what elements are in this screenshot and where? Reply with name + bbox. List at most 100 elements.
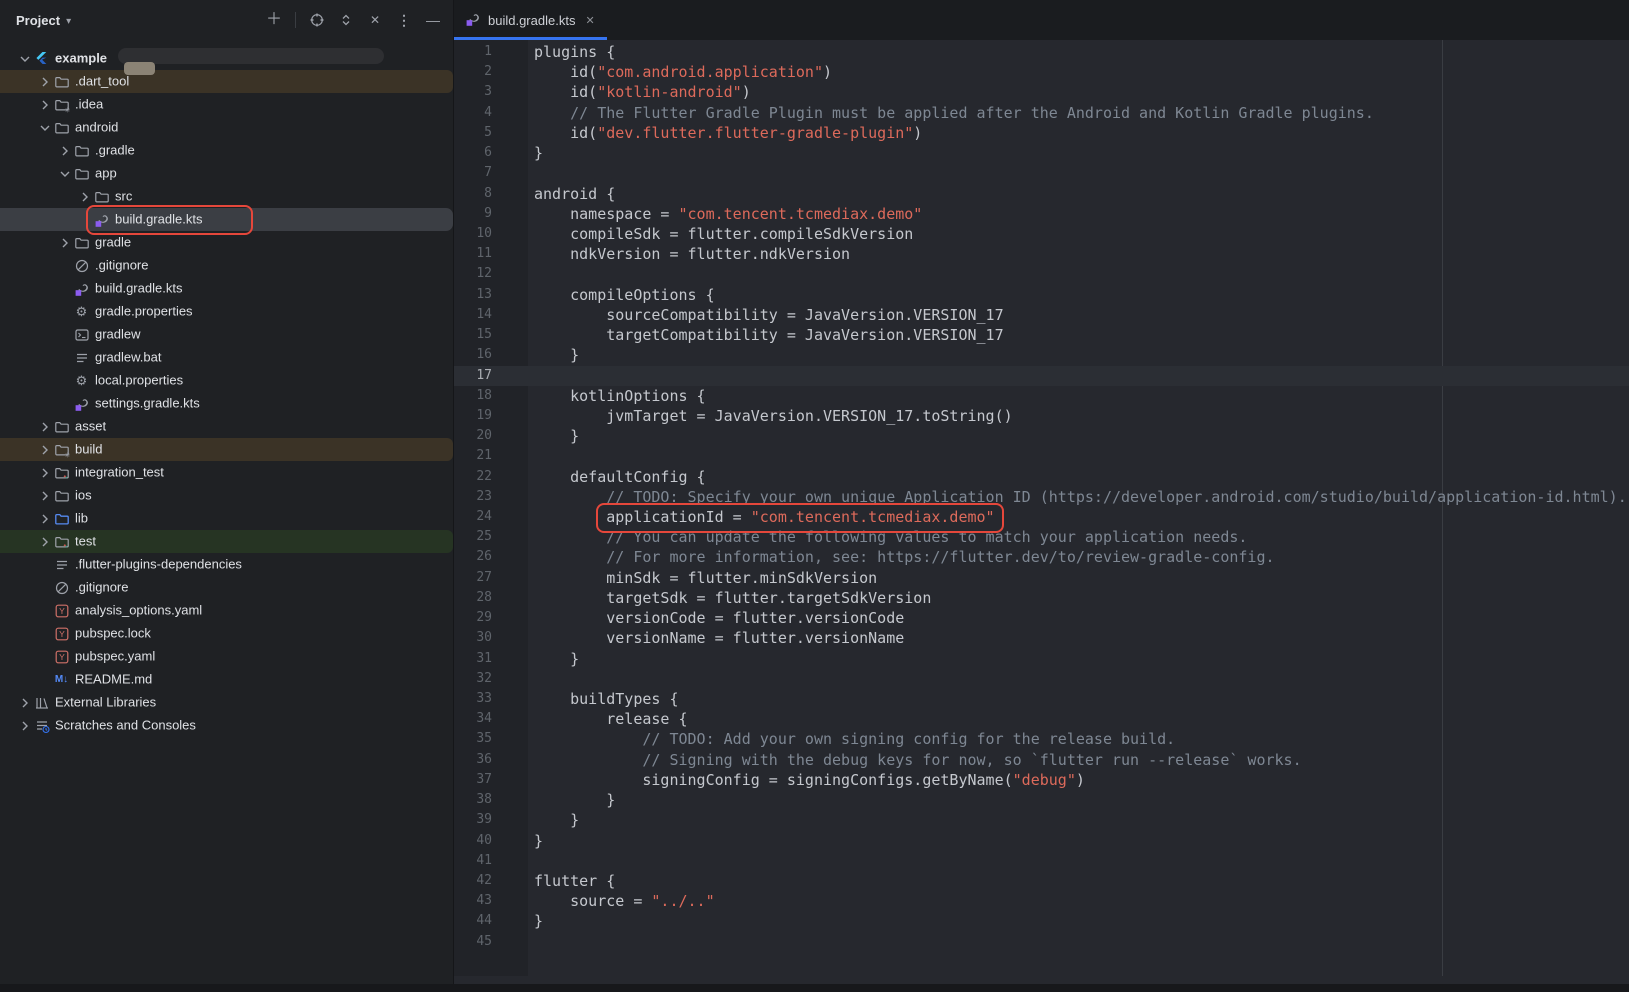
code-line-6[interactable]: 6} bbox=[454, 143, 1629, 163]
tree-item--dart-tool[interactable]: .dart_tool bbox=[0, 70, 453, 93]
code-line-13[interactable]: 13 compileOptions { bbox=[454, 285, 1629, 305]
code-line-18[interactable]: 18 kotlinOptions { bbox=[454, 386, 1629, 406]
chevron-right-icon[interactable] bbox=[37, 488, 53, 504]
code-line-32[interactable]: 32 bbox=[454, 669, 1629, 689]
code-line-23[interactable]: 23 // TODO: Specify your own unique Appl… bbox=[454, 487, 1629, 507]
tree-item-settings-gradle-kts[interactable]: settings.gradle.kts bbox=[0, 392, 453, 415]
code-line-31[interactable]: 31 } bbox=[454, 649, 1629, 669]
tree-item--flutter-plugins-dependencies[interactable]: .flutter-plugins-dependencies bbox=[0, 553, 453, 576]
code-line-44[interactable]: 44} bbox=[454, 911, 1629, 931]
code-line-24[interactable]: 24 applicationId = "com.tencent.tcmediax… bbox=[454, 507, 1629, 527]
code-line-3[interactable]: 3 id("kotlin-android") bbox=[454, 82, 1629, 102]
code-line-8[interactable]: 8android { bbox=[454, 184, 1629, 204]
code-line-27[interactable]: 27 minSdk = flutter.minSdkVersion bbox=[454, 568, 1629, 588]
code-line-42[interactable]: 42flutter { bbox=[454, 871, 1629, 891]
code-line-28[interactable]: 28 targetSdk = flutter.targetSdkVersion bbox=[454, 588, 1629, 608]
code-line-45[interactable]: 45 bbox=[454, 932, 1629, 952]
code-line-20[interactable]: 20 } bbox=[454, 426, 1629, 446]
code-line-29[interactable]: 29 versionCode = flutter.versionCode bbox=[454, 608, 1629, 628]
code-line-22[interactable]: 22 defaultConfig { bbox=[454, 467, 1629, 487]
chevron-right-icon[interactable] bbox=[37, 97, 53, 113]
tree-item-scratches-and-consoles[interactable]: Scratches and Consoles bbox=[0, 714, 453, 737]
code-line-10[interactable]: 10 compileSdk = flutter.compileSdkVersio… bbox=[454, 224, 1629, 244]
tree-item-pubspec-lock[interactable]: Ypubspec.lock bbox=[0, 622, 453, 645]
chevron-right-icon[interactable] bbox=[37, 465, 53, 481]
chevron-right-icon[interactable] bbox=[17, 718, 33, 734]
tree-item-app[interactable]: app bbox=[0, 162, 453, 185]
chevron-right-icon[interactable] bbox=[37, 74, 53, 90]
code-line-12[interactable]: 12 bbox=[454, 264, 1629, 284]
code-line-43[interactable]: 43 source = "../.." bbox=[454, 891, 1629, 911]
code-line-26[interactable]: 26 // For more information, see: https:/… bbox=[454, 547, 1629, 567]
chevron-right-icon[interactable] bbox=[77, 189, 93, 205]
chevron-right-icon[interactable] bbox=[17, 695, 33, 711]
code-line-30[interactable]: 30 versionName = flutter.versionName bbox=[454, 628, 1629, 648]
chevron-right-icon[interactable] bbox=[57, 143, 73, 159]
tree-item-build-gradle-kts[interactable]: build.gradle.kts bbox=[0, 208, 453, 231]
tree-item--idea[interactable]: ✳.idea bbox=[0, 93, 453, 116]
code-line-11[interactable]: 11 ndkVersion = flutter.ndkVersion bbox=[454, 244, 1629, 264]
more-options-icon[interactable]: ⋮ bbox=[396, 12, 412, 28]
chevron-down-icon[interactable] bbox=[57, 166, 73, 182]
tree-item-build[interactable]: ✳build bbox=[0, 438, 453, 461]
chevron-down-icon[interactable] bbox=[17, 51, 33, 67]
tree-item-gradlew[interactable]: gradlew bbox=[0, 323, 453, 346]
code-line-36[interactable]: 36 // Signing with the debug keys for no… bbox=[454, 750, 1629, 770]
code-line-25[interactable]: 25 // You can update the following value… bbox=[454, 527, 1629, 547]
tree-item--gitignore[interactable]: .gitignore bbox=[0, 576, 453, 599]
tree-item-analysis-options-yaml[interactable]: Yanalysis_options.yaml bbox=[0, 599, 453, 622]
collapse-all-icon[interactable]: ✕ bbox=[367, 12, 383, 28]
tree-item-src[interactable]: src bbox=[0, 185, 453, 208]
code-line-33[interactable]: 33 buildTypes { bbox=[454, 689, 1629, 709]
expand-all-icon[interactable] bbox=[338, 12, 354, 28]
tree-item-ios[interactable]: ios bbox=[0, 484, 453, 507]
tree-item-lib[interactable]: lib bbox=[0, 507, 453, 530]
tree-item--gradle[interactable]: .gradle bbox=[0, 139, 453, 162]
code-line-1[interactable]: 1plugins { bbox=[454, 42, 1629, 62]
code-line-41[interactable]: 41 bbox=[454, 851, 1629, 871]
chevron-right-icon[interactable] bbox=[37, 442, 53, 458]
code-line-15[interactable]: 15 targetCompatibility = JavaVersion.VER… bbox=[454, 325, 1629, 345]
code-line-16[interactable]: 16 } bbox=[454, 345, 1629, 365]
tree-item-readme-md[interactable]: M↓README.md bbox=[0, 668, 453, 691]
chevron-down-icon[interactable] bbox=[37, 120, 53, 136]
chevron-right-icon[interactable] bbox=[37, 511, 53, 527]
code-line-37[interactable]: 37 signingConfig = signingConfigs.getByN… bbox=[454, 770, 1629, 790]
code-editor[interactable]: 1plugins {2 id("com.android.application"… bbox=[454, 40, 1629, 976]
close-tab-icon[interactable]: ✕ bbox=[585, 14, 594, 27]
tree-item-gradle[interactable]: gradle bbox=[0, 231, 453, 254]
tree-item--gitignore[interactable]: .gitignore bbox=[0, 254, 453, 277]
code-line-17[interactable]: 17 bbox=[454, 366, 1629, 386]
code-line-21[interactable]: 21 bbox=[454, 446, 1629, 466]
code-line-2[interactable]: 2 id("com.android.application") bbox=[454, 62, 1629, 82]
tree-item-build-gradle-kts[interactable]: build.gradle.kts bbox=[0, 277, 453, 300]
code-line-40[interactable]: 40} bbox=[454, 831, 1629, 851]
code-line-39[interactable]: 39 } bbox=[454, 810, 1629, 830]
hide-panel-icon[interactable]: — bbox=[425, 12, 441, 28]
tree-item-local-properties[interactable]: ⚙local.properties bbox=[0, 369, 453, 392]
code-line-4[interactable]: 4 // The Flutter Gradle Plugin must be a… bbox=[454, 103, 1629, 123]
code-line-35[interactable]: 35 // TODO: Add your own signing config … bbox=[454, 729, 1629, 749]
tree-item-integration-test[interactable]: integration_test bbox=[0, 461, 453, 484]
tree-item-external-libraries[interactable]: External Libraries bbox=[0, 691, 453, 714]
add-icon[interactable]: ＋ bbox=[266, 12, 282, 28]
tree-item-gradlew-bat[interactable]: gradlew.bat bbox=[0, 346, 453, 369]
tree-item-asset[interactable]: asset bbox=[0, 415, 453, 438]
tab-build-gradle-kts[interactable]: build.gradle.kts ✕ bbox=[454, 0, 607, 40]
chevron-right-icon[interactable] bbox=[37, 534, 53, 550]
code-line-14[interactable]: 14 sourceCompatibility = JavaVersion.VER… bbox=[454, 305, 1629, 325]
project-view-selector[interactable]: Project ▾ bbox=[16, 13, 71, 28]
chevron-right-icon[interactable] bbox=[37, 419, 53, 435]
tree-item-pubspec-yaml[interactable]: Ypubspec.yaml bbox=[0, 645, 453, 668]
tree-item-android[interactable]: android bbox=[0, 116, 453, 139]
chevron-right-icon[interactable] bbox=[57, 235, 73, 251]
code-line-5[interactable]: 5 id("dev.flutter.flutter-gradle-plugin"… bbox=[454, 123, 1629, 143]
tree-item-test[interactable]: test bbox=[0, 530, 453, 553]
locate-file-icon[interactable] bbox=[309, 12, 325, 28]
code-line-38[interactable]: 38 } bbox=[454, 790, 1629, 810]
code-line-34[interactable]: 34 release { bbox=[454, 709, 1629, 729]
code-line-19[interactable]: 19 jvmTarget = JavaVersion.VERSION_17.to… bbox=[454, 406, 1629, 426]
code-line-7[interactable]: 7 bbox=[454, 163, 1629, 183]
code-line-9[interactable]: 9 namespace = "com.tencent.tcmediax.demo… bbox=[454, 204, 1629, 224]
tree-item-gradle-properties[interactable]: ⚙gradle.properties bbox=[0, 300, 453, 323]
